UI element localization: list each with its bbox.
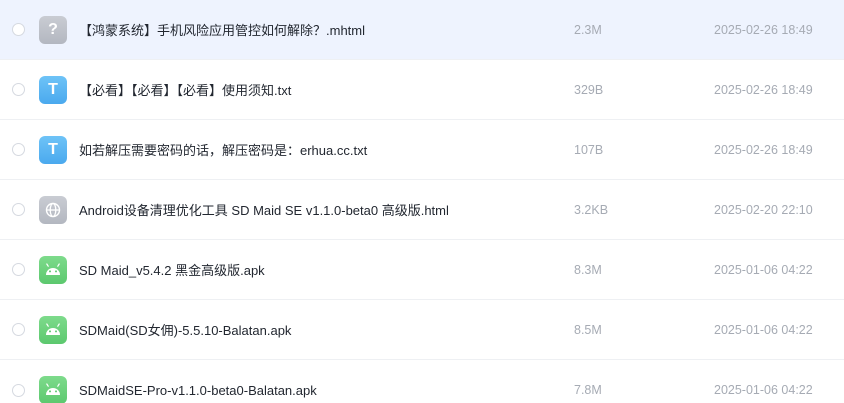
file-name[interactable]: SDMaidSE-Pro-v1.1.0-beta0-Balatan.apk [79,383,317,398]
file-size: 107B [574,142,604,157]
file-row[interactable]: SDMaidSE-Pro-v1.1.0-beta0-Balatan.apk 7.… [0,360,844,403]
file-date: 2025-02-26 18:49 [714,142,813,157]
row-checkbox[interactable] [12,383,25,397]
file-size: 3.2KB [574,202,609,217]
row-checkbox[interactable] [12,263,25,276]
file-row[interactable]: SDMaid(SD女佣)-5.5.10-Balatan.apk 8.5M 202… [0,300,844,360]
android-icon [39,315,67,344]
question-icon: ? [39,15,67,44]
text-file-icon: T [39,135,67,164]
file-date: 2025-02-26 18:49 [714,22,813,37]
row-checkbox[interactable] [12,203,25,216]
android-icon [39,376,67,403]
file-date: 2025-01-06 04:22 [714,262,813,277]
file-row[interactable]: ? 【鸿蒙系统】手机风险应用管控如何解除？.mhtml 2.3M 2025-02… [0,0,844,60]
file-name[interactable]: SD Maid_v5.4.2 黑金高级版.apk [79,260,265,279]
file-name[interactable]: 【必看】【必看】【必看】使用须知.txt [79,80,291,99]
globe-icon [39,195,67,224]
android-icon-glyph [46,322,60,335]
globe-icon-glyph [45,202,61,217]
file-size: 329B [574,82,604,97]
file-row[interactable]: T 【必看】【必看】【必看】使用须知.txt 329B 2025-02-26 1… [0,60,844,120]
file-date: 2025-02-20 22:10 [714,202,813,217]
file-date: 2025-02-26 18:49 [714,82,813,97]
android-icon [39,255,67,284]
file-row[interactable]: T 如若解压需要密码的话，解压密码是：erhua.cc.txt 107B 202… [0,120,844,180]
file-date: 2025-01-06 04:22 [714,383,813,397]
file-row[interactable]: SD Maid_v5.4.2 黑金高级版.apk 8.3M 2025-01-06… [0,240,844,300]
row-checkbox[interactable] [12,323,25,336]
file-row[interactable]: Android设备清理优化工具 SD Maid SE v1.1.0-beta0 … [0,180,844,240]
file-name[interactable]: Android设备清理优化工具 SD Maid SE v1.1.0-beta0 … [79,200,449,219]
row-checkbox[interactable] [12,143,25,156]
file-date: 2025-01-06 04:22 [714,322,813,337]
file-name[interactable]: 如若解压需要密码的话，解压密码是：erhua.cc.txt [79,140,367,159]
file-size: 8.5M [574,322,602,337]
row-checkbox[interactable] [12,83,25,96]
file-list: ? 【鸿蒙系统】手机风险应用管控如何解除？.mhtml 2.3M 2025-02… [0,0,844,403]
android-icon-glyph [46,383,60,395]
file-name[interactable]: 【鸿蒙系统】手机风险应用管控如何解除？.mhtml [79,20,365,39]
file-size: 2.3M [574,22,602,37]
android-icon-glyph [46,262,60,275]
file-size: 7.8M [574,383,602,397]
row-checkbox[interactable] [12,23,25,36]
file-size: 8.3M [574,262,602,277]
file-name[interactable]: SDMaid(SD女佣)-5.5.10-Balatan.apk [79,320,291,339]
text-file-icon: T [39,75,67,104]
